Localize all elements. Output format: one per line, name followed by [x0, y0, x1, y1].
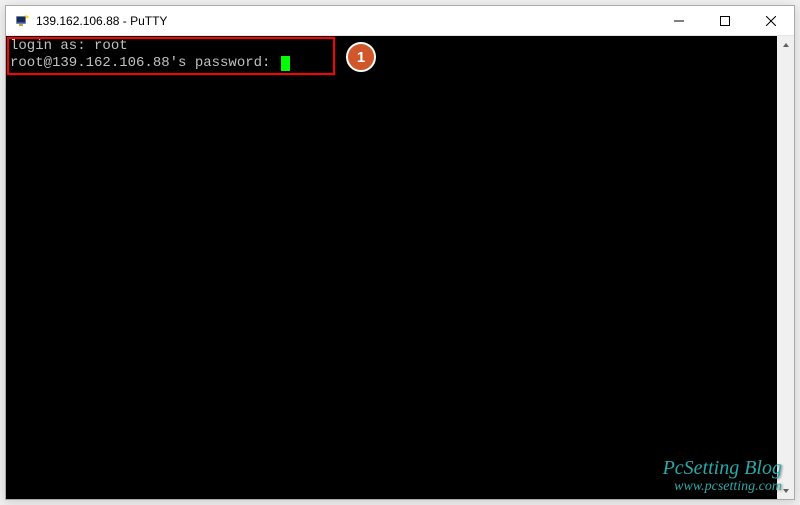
- close-button[interactable]: [748, 6, 794, 36]
- login-prompt: login as:: [10, 38, 94, 54]
- maximize-button[interactable]: [702, 6, 748, 36]
- window-controls: [656, 6, 794, 35]
- scroll-up-button[interactable]: [777, 36, 794, 53]
- minimize-button[interactable]: [656, 6, 702, 36]
- annotation-number: 1: [357, 49, 365, 66]
- terminal-line: login as: root: [10, 38, 773, 55]
- terminal-area: login as: root root@139.162.106.88's pas…: [6, 36, 794, 499]
- terminal-line: root@139.162.106.88's password:: [10, 55, 773, 72]
- scroll-track[interactable]: [777, 53, 794, 482]
- login-input: root: [94, 38, 128, 54]
- putty-window: 139.162.106.88 - PuTTY login as: root ro…: [5, 5, 795, 500]
- putty-icon: [14, 13, 30, 29]
- window-title: 139.162.106.88 - PuTTY: [36, 14, 656, 28]
- password-prompt: root@139.162.106.88's password:: [10, 55, 279, 71]
- scroll-down-button[interactable]: [777, 482, 794, 499]
- scrollbar[interactable]: [777, 36, 794, 499]
- cursor: [281, 56, 290, 71]
- terminal[interactable]: login as: root root@139.162.106.88's pas…: [6, 36, 777, 499]
- annotation-badge: 1: [346, 42, 376, 72]
- titlebar[interactable]: 139.162.106.88 - PuTTY: [6, 6, 794, 36]
